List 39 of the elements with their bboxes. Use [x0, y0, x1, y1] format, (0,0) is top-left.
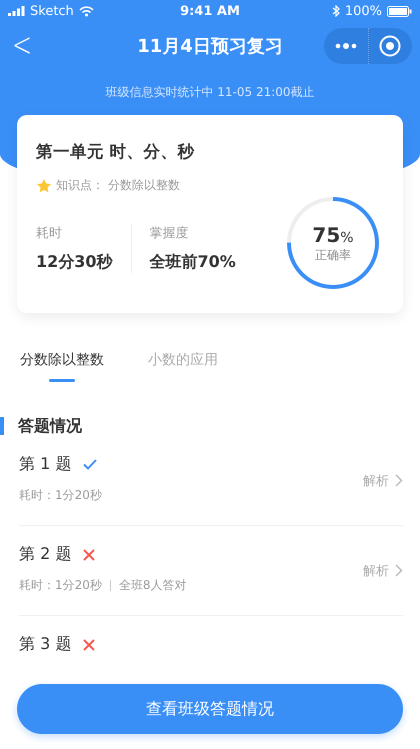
question-title: 第 1 题 — [19, 454, 72, 475]
question-meta: 耗时：1分20秒 — [19, 577, 102, 594]
tab-indicator — [49, 379, 75, 382]
question-title: 第 3 题 — [19, 634, 72, 655]
knowledge-label: 知识点： — [56, 177, 104, 194]
section-title: 答题情况 — [18, 416, 82, 436]
more-icon[interactable] — [334, 43, 357, 49]
stat-value: 全班前70% — [150, 252, 236, 273]
percent-sign: % — [340, 230, 354, 246]
unit-title: 第一单元 时、分、秒 — [36, 141, 196, 163]
page-title: 11月4日预习复习 — [137, 35, 283, 58]
section-marker — [0, 417, 4, 435]
accuracy-value: 75 — [312, 222, 340, 246]
question-title: 第 2 题 — [19, 544, 72, 565]
battery-icon — [386, 6, 412, 16]
close-icon[interactable] — [379, 35, 402, 57]
signal-icon — [8, 6, 25, 16]
analysis-link[interactable]: 解析 — [363, 472, 403, 490]
class-answers-button[interactable]: 查看班级答题情况 — [17, 684, 403, 734]
tab[interactable]: 小数的应用 — [148, 351, 218, 369]
tab[interactable]: 分数除以整数 — [20, 351, 104, 369]
stat-label: 耗时 — [36, 225, 63, 242]
status-time: 9:41 AM — [180, 4, 240, 18]
battery-percent: 100% — [344, 4, 382, 18]
question-meta: 耗时：1分20秒 — [19, 487, 102, 504]
stat-value: 12分30秒 — [36, 252, 113, 273]
subtitle: 班级信息实时统计中 11-05 21:00截止 — [104, 84, 316, 101]
star-icon — [36, 178, 52, 194]
question-meta: 全班8人答对 — [118, 577, 187, 594]
back-button[interactable]: < — [12, 26, 32, 64]
analysis-link[interactable]: 解析 — [363, 562, 403, 580]
carrier-name: Sketch — [30, 4, 74, 18]
stat-label: 掌握度 — [150, 225, 190, 242]
accuracy-label: 正确率 — [315, 246, 351, 264]
chevron-right-icon — [395, 564, 403, 577]
wifi-icon — [78, 6, 94, 16]
chevron-right-icon — [395, 474, 403, 487]
bluetooth-icon — [332, 5, 340, 17]
knowledge-point: 分数除以整数 — [108, 177, 180, 194]
